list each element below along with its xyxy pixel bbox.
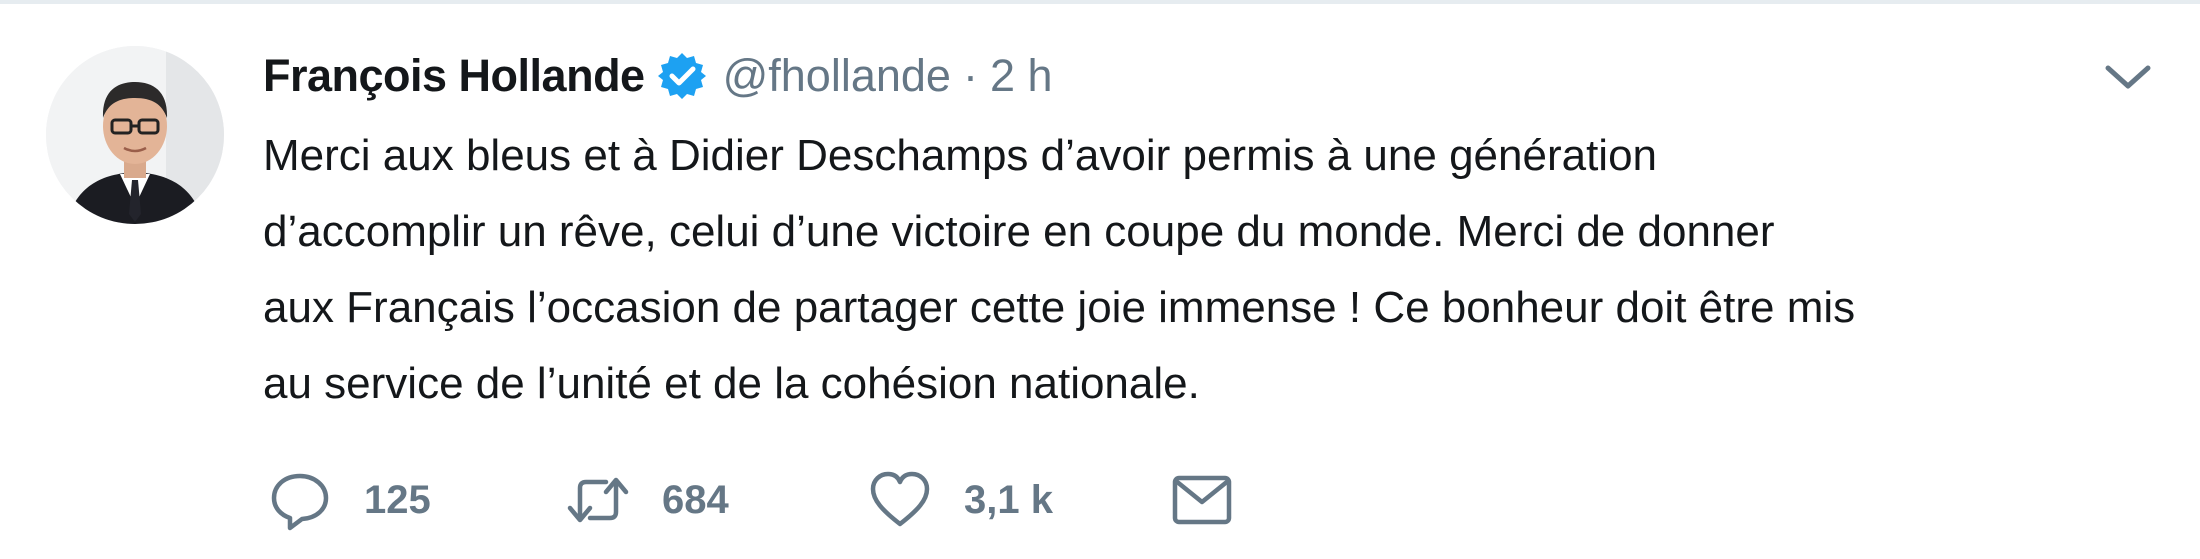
like-count: 3,1 k	[964, 477, 1053, 522]
tweet-text-line: d’accomplir un rêve, celui d’une victoir…	[263, 207, 1775, 256]
tweet-text-line: Merci aux bleus et à Didier Deschamps d’…	[263, 131, 1658, 180]
avatar[interactable]	[46, 46, 224, 224]
author-handle[interactable]: @fhollande	[723, 50, 951, 102]
reply-icon	[268, 468, 332, 532]
tweet-text: Merci aux bleus et à Didier Deschamps d’…	[263, 118, 2163, 422]
tweet-text-line: au service de l’unité et de la cohésion …	[263, 359, 1200, 408]
verified-badge-icon	[657, 51, 707, 101]
avatar-photo-icon	[46, 46, 224, 224]
tweet-text-line: aux Français l’occasion de partager cett…	[263, 283, 1856, 332]
retweet-icon	[566, 468, 630, 532]
tweet-header: François Hollande @fhollande · 2 h	[263, 44, 1053, 108]
tweet-page: François Hollande @fhollande · 2 h Merci…	[0, 0, 2200, 559]
like-button[interactable]: 3,1 k	[868, 460, 1053, 540]
tweet-actions: 125 684 3,1 k	[268, 460, 1268, 540]
tweet-menu-button[interactable]	[2098, 56, 2158, 96]
heart-icon	[868, 468, 932, 532]
retweet-count: 684	[662, 477, 729, 522]
tweet[interactable]: François Hollande @fhollande · 2 h Merci…	[0, 0, 2200, 559]
chevron-down-icon	[2105, 65, 2151, 89]
tweet-timestamp[interactable]: 2 h	[990, 50, 1053, 102]
reply-button[interactable]: 125	[268, 460, 431, 540]
author-name[interactable]: François Hollande	[263, 50, 645, 102]
retweet-button[interactable]: 684	[566, 460, 729, 540]
header-separator: ·	[962, 50, 978, 101]
reply-count: 125	[364, 477, 431, 522]
mail-icon	[1170, 468, 1234, 532]
direct-message-button[interactable]	[1170, 460, 1234, 540]
